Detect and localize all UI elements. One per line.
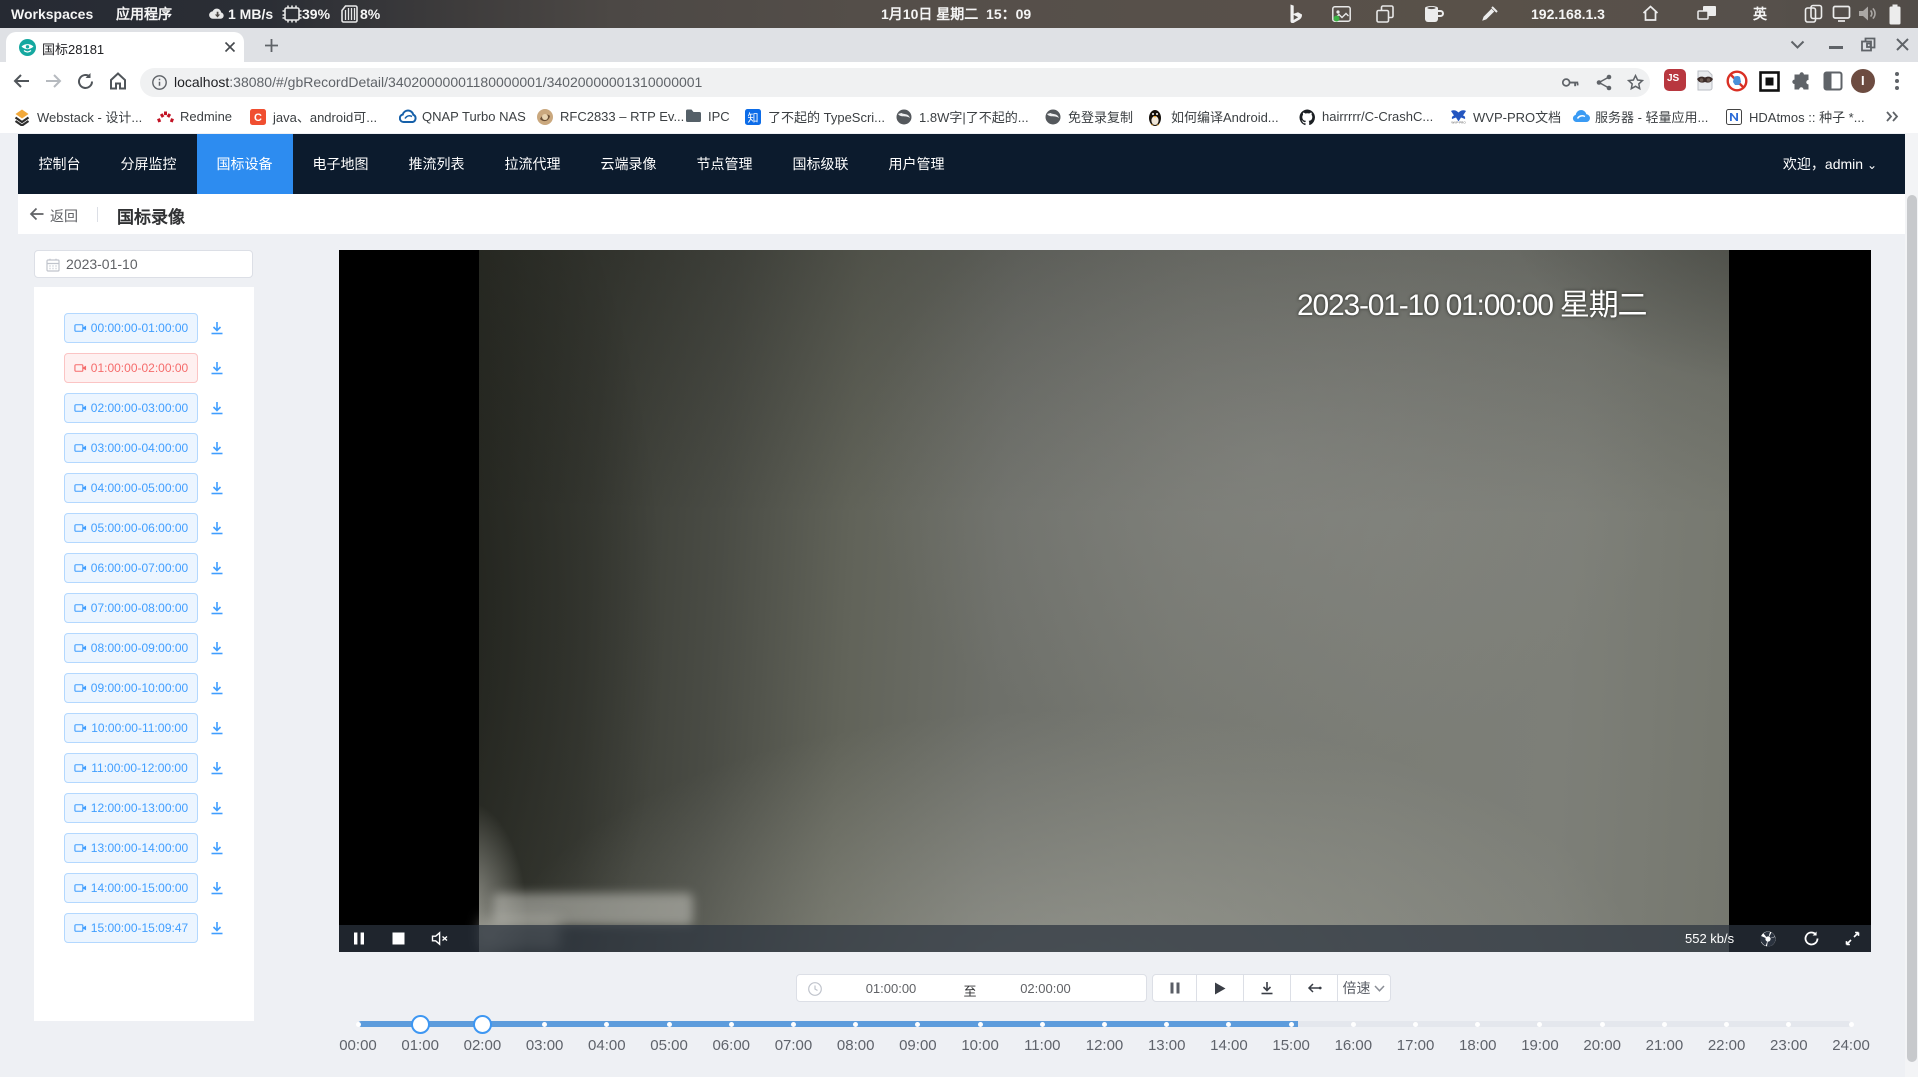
svg-text:知: 知 — [748, 110, 759, 124]
svg-text:C: C — [254, 112, 262, 124]
svg-text:WVP-PRO: WVP-PRO — [1451, 120, 1466, 124]
